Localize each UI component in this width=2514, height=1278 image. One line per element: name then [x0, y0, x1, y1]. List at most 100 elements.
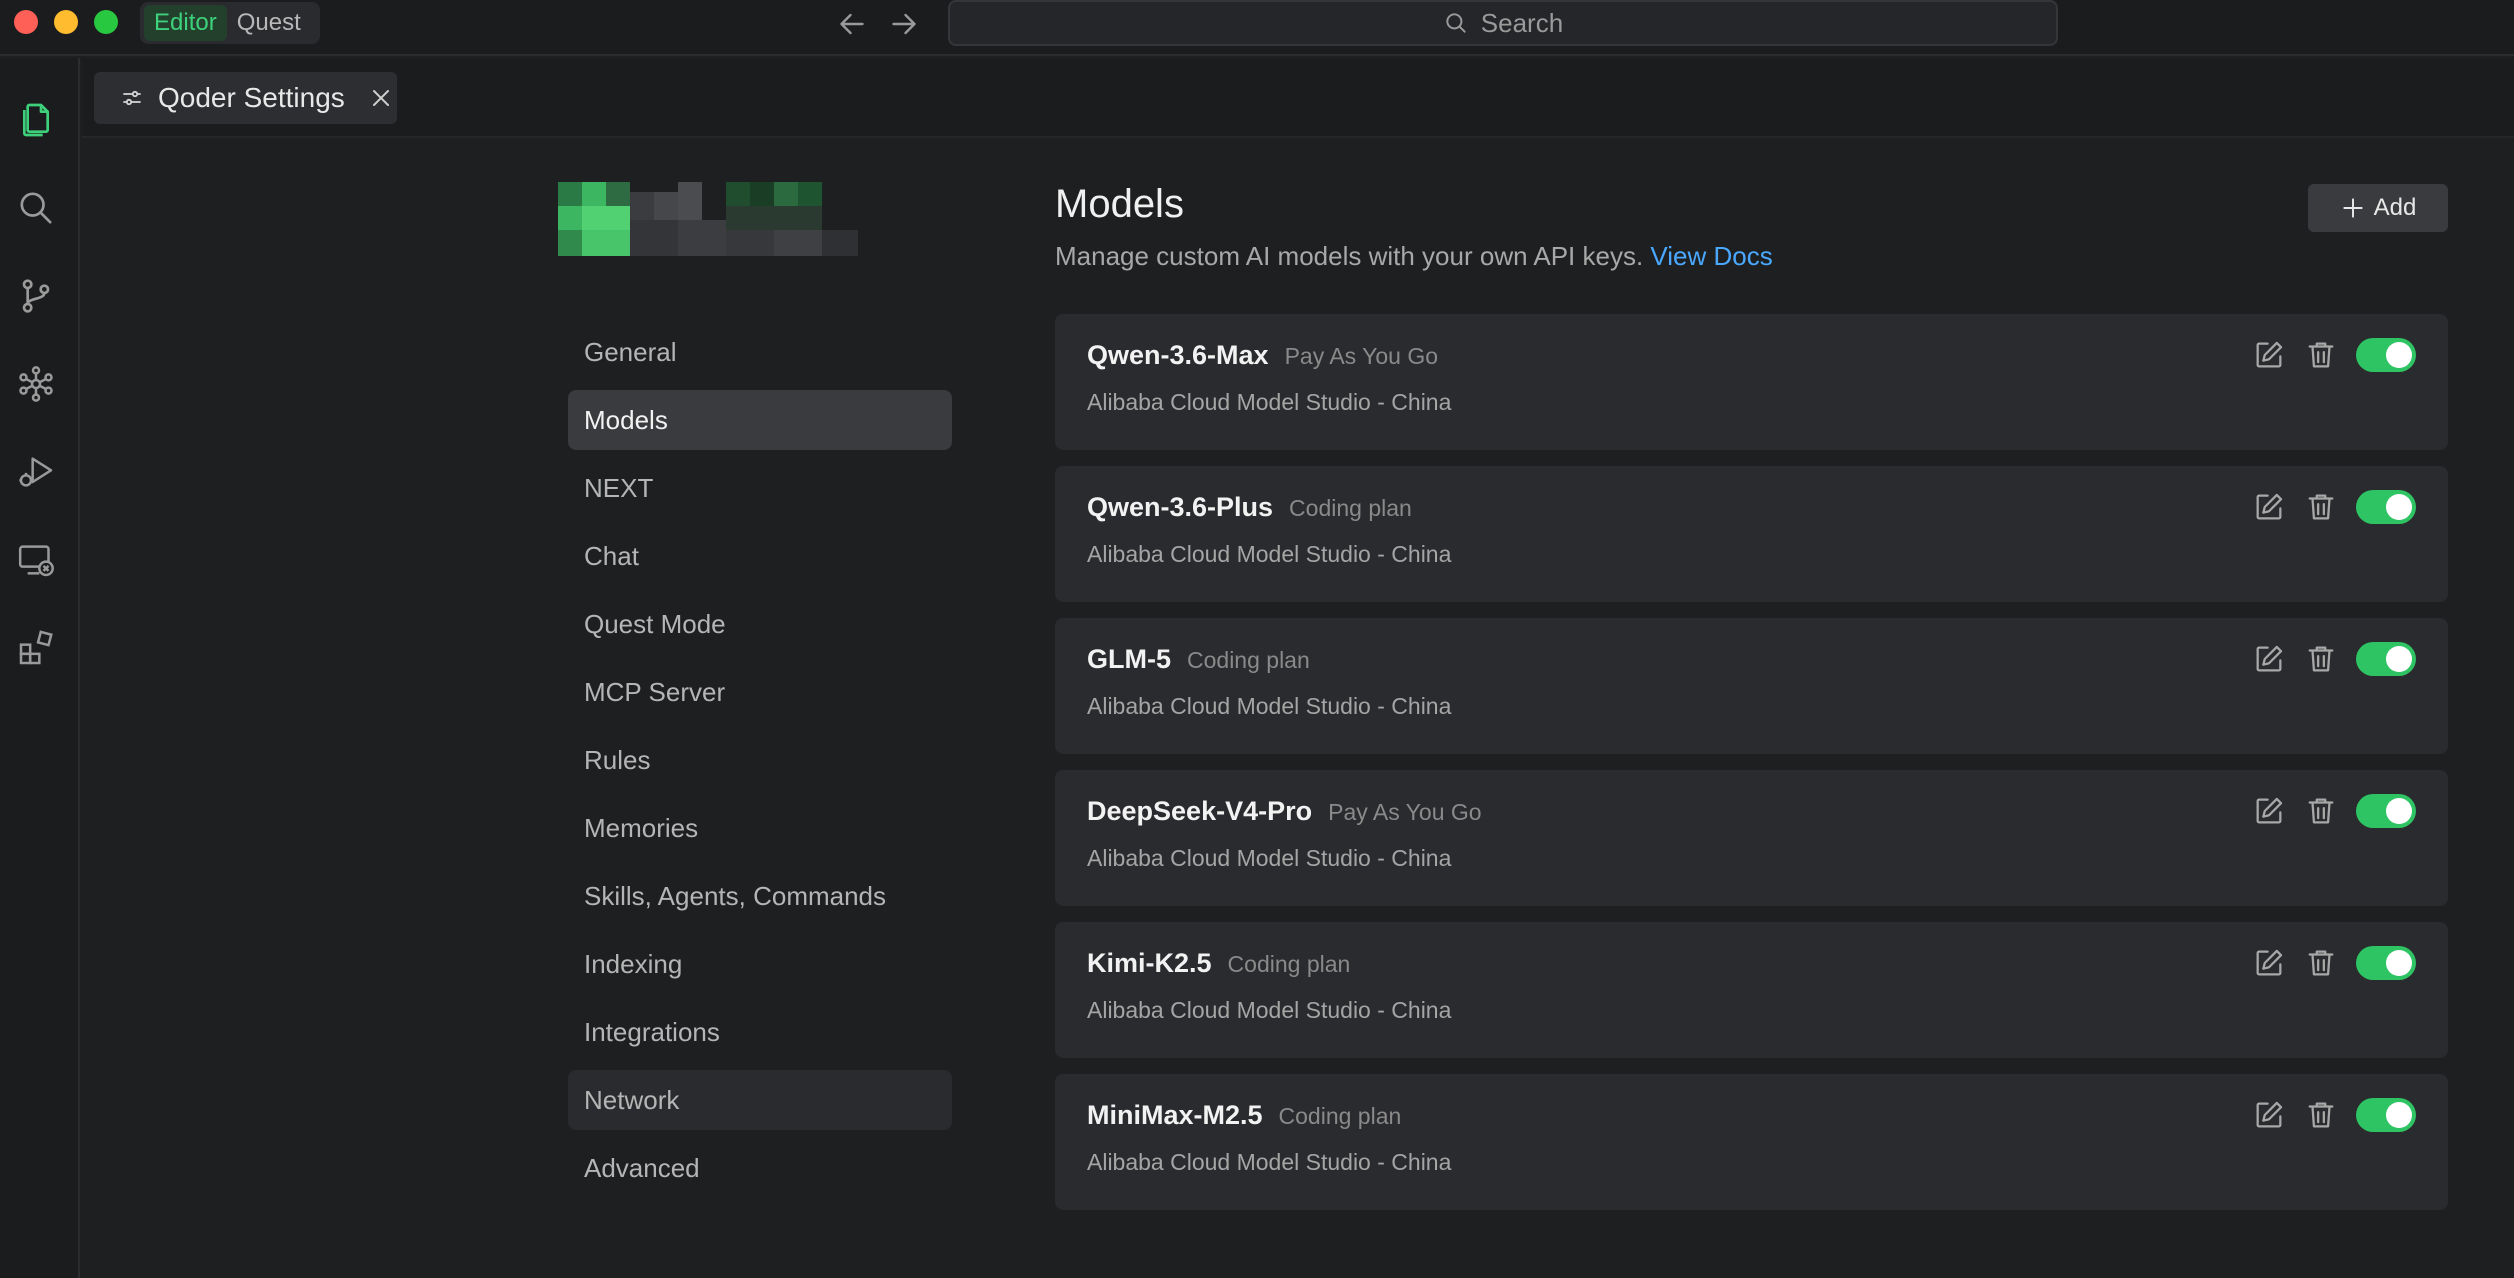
model-actions — [2252, 794, 2416, 828]
edit-icon[interactable] — [2252, 338, 2286, 372]
tab-qoder-settings[interactable]: Qoder Settings — [94, 72, 397, 124]
run-debug-icon[interactable] — [16, 452, 56, 492]
model-card: GLM-5 Coding plan Alibaba Cloud Model St… — [1055, 618, 2448, 754]
files-icon[interactable] — [16, 100, 56, 140]
settings-nav-advanced[interactable]: Advanced — [568, 1138, 952, 1198]
toggle-knob — [2386, 646, 2412, 672]
settings-nav-mcp-server[interactable]: MCP Server — [568, 662, 952, 722]
model-card: DeepSeek-V4-Pro Pay As You Go Alibaba Cl… — [1055, 770, 2448, 906]
model-enabled-toggle[interactable] — [2356, 338, 2416, 372]
trash-icon[interactable] — [2304, 1098, 2338, 1132]
edit-icon[interactable] — [2252, 490, 2286, 524]
settings-nav: General Models NEXT Chat Quest Mode MCP … — [568, 322, 952, 1206]
forward-arrow-icon[interactable] — [886, 6, 922, 42]
global-search-bar[interactable]: Search — [948, 0, 2058, 46]
page-title: Models — [1055, 182, 1184, 226]
model-enabled-toggle[interactable] — [2356, 794, 2416, 828]
close-window-button[interactable] — [14, 10, 38, 34]
model-card: Kimi-K2.5 Coding plan Alibaba Cloud Mode… — [1055, 922, 2448, 1058]
model-name: MiniMax-M2.5 — [1087, 1100, 1263, 1130]
model-actions — [2252, 338, 2416, 372]
model-provider: Alibaba Cloud Model Studio - China — [1087, 845, 1452, 871]
search-icon[interactable] — [16, 188, 56, 228]
network-icon[interactable] — [16, 364, 56, 404]
edit-icon[interactable] — [2252, 794, 2286, 828]
search-label: Search — [1480, 7, 1564, 38]
model-actions — [2252, 1098, 2416, 1132]
model-name: GLM-5 — [1087, 644, 1171, 674]
model-enabled-toggle[interactable] — [2356, 642, 2416, 676]
model-enabled-toggle[interactable] — [2356, 490, 2416, 524]
trash-icon[interactable] — [2304, 642, 2338, 676]
maximize-window-button[interactable] — [94, 10, 118, 34]
extensions-icon[interactable] — [16, 628, 56, 668]
model-name: Qwen-3.6-Max — [1087, 340, 1269, 370]
model-header: MiniMax-M2.5 Coding plan — [1087, 1100, 2448, 1131]
settings-nav-rules[interactable]: Rules — [568, 730, 952, 790]
user-avatar — [558, 182, 858, 256]
settings-nav-general[interactable]: General — [568, 322, 952, 382]
settings-nav-next[interactable]: NEXT — [568, 458, 952, 518]
model-name: DeepSeek-V4-Pro — [1087, 796, 1313, 826]
plus-icon — [2342, 198, 2363, 218]
mode-editor-button[interactable]: Editor — [144, 5, 227, 41]
model-provider: Alibaba Cloud Model Studio - China — [1087, 693, 1452, 719]
toggle-knob — [2386, 342, 2412, 368]
model-plan: Coding plan — [1278, 1103, 1402, 1129]
title-bar: Editor Quest Search — [0, 0, 2514, 56]
settings-nav-models[interactable]: Models — [568, 390, 952, 450]
settings-nav-memories[interactable]: Memories — [568, 798, 952, 858]
model-actions — [2252, 946, 2416, 980]
mode-switch: Editor Quest — [140, 2, 320, 44]
edit-icon[interactable] — [2252, 946, 2286, 980]
model-header: Kimi-K2.5 Coding plan — [1087, 948, 2448, 979]
settings-nav-chat[interactable]: Chat — [568, 526, 952, 586]
model-actions — [2252, 642, 2416, 676]
description-text: Manage custom AI models with your own AP… — [1055, 241, 1644, 271]
settings-page: General Models NEXT Chat Quest Mode MCP … — [82, 140, 2514, 1278]
settings-nav-skills-agents-commands[interactable]: Skills, Agents, Commands — [568, 866, 952, 926]
model-name: Kimi-K2.5 — [1087, 948, 1212, 978]
remote-icon[interactable] — [16, 540, 56, 580]
add-label: Add — [2373, 194, 2417, 221]
model-list: Qwen-3.6-Max Pay As You Go Alibaba Cloud… — [1055, 314, 2448, 1210]
model-card: Qwen-3.6-Plus Coding plan Alibaba Cloud … — [1055, 466, 2448, 602]
model-plan: Coding plan — [1289, 495, 1412, 521]
model-plan: Coding plan — [1187, 647, 1310, 673]
settings-nav-indexing[interactable]: Indexing — [568, 934, 952, 994]
editor-tab-bar: Qoder Settings — [82, 58, 2514, 138]
model-name: Qwen-3.6-Plus — [1087, 492, 1274, 522]
page-description: Manage custom AI models with your own AP… — [1055, 241, 2448, 272]
model-enabled-toggle[interactable] — [2356, 946, 2416, 980]
back-arrow-icon[interactable] — [834, 6, 870, 42]
model-header: Qwen-3.6-Plus Coding plan — [1087, 492, 2448, 523]
model-actions — [2252, 490, 2416, 524]
trash-icon[interactable] — [2304, 338, 2338, 372]
model-plan: Pay As You Go — [1284, 343, 1439, 369]
model-header: GLM-5 Coding plan — [1087, 644, 2448, 675]
activity-bar — [0, 58, 80, 1278]
model-enabled-toggle[interactable] — [2356, 1098, 2416, 1132]
add-model-button[interactable]: Add — [2308, 184, 2448, 232]
edit-icon[interactable] — [2252, 642, 2286, 676]
trash-icon[interactable] — [2304, 946, 2338, 980]
model-card: Qwen-3.6-Max Pay As You Go Alibaba Cloud… — [1055, 314, 2448, 450]
search-icon — [1446, 13, 1466, 33]
minimize-window-button[interactable] — [54, 10, 78, 34]
settings-nav-integrations[interactable]: Integrations — [568, 1002, 952, 1062]
settings-sliders-icon — [123, 90, 141, 106]
toggle-knob — [2386, 494, 2412, 520]
edit-icon[interactable] — [2252, 1098, 2286, 1132]
source-control-icon[interactable] — [16, 276, 56, 316]
model-provider: Alibaba Cloud Model Studio - China — [1087, 997, 1452, 1023]
settings-nav-quest-mode[interactable]: Quest Mode — [568, 594, 952, 654]
model-plan: Coding plan — [1227, 951, 1351, 977]
toggle-knob — [2386, 950, 2412, 976]
trash-icon[interactable] — [2304, 794, 2338, 828]
mode-quest-button[interactable]: Quest — [227, 5, 311, 41]
settings-nav-network[interactable]: Network — [568, 1070, 952, 1130]
trash-icon[interactable] — [2304, 490, 2338, 524]
view-docs-link[interactable]: View Docs — [1650, 241, 1772, 271]
tab-title: Qoder Settings — [158, 82, 345, 113]
close-icon[interactable] — [369, 86, 393, 110]
